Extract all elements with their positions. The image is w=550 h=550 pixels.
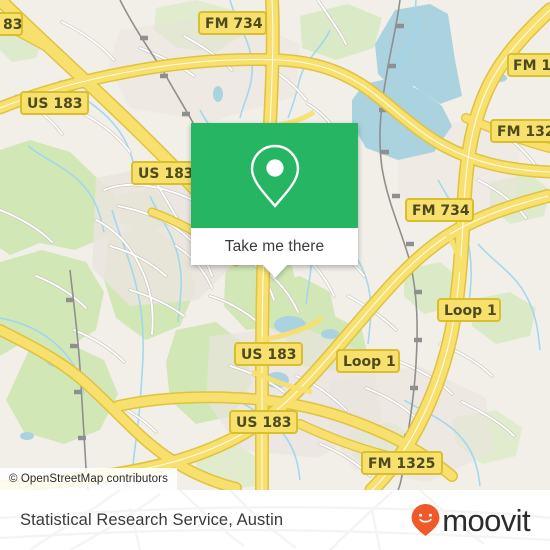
place-title: Statistical Research Service, Austin <box>20 510 284 529</box>
road-shield-label: Loop 1 <box>444 303 497 319</box>
road-shield-label: FM 1325 <box>368 456 435 472</box>
popup-pointer <box>262 265 287 278</box>
road-shield: FM 1325 <box>361 451 443 475</box>
osm-attribution[interactable]: © OpenStreetMap contributors <box>0 468 177 490</box>
road-shield: US 183 <box>131 161 200 185</box>
osm-attribution-text: © OpenStreetMap contributors <box>9 473 168 485</box>
popup-marker-area <box>191 123 358 228</box>
road-shield: US 183 <box>20 91 89 115</box>
moovit-smiling-pin-icon <box>411 504 440 536</box>
road-shield-label: 83 <box>3 17 22 33</box>
take-me-there-button[interactable]: Take me there <box>191 228 358 265</box>
take-me-there-label: Take me there <box>224 237 325 255</box>
bottom-info-bar: Statistical Research Service, Austin moo… <box>0 490 550 550</box>
road-shield-label: US 183 <box>27 96 83 112</box>
road-shield-label: FM 734 <box>412 203 470 219</box>
road-shield: Loop 1 <box>336 349 400 373</box>
road-shield: FM 734 <box>405 198 474 222</box>
location-popup-card[interactable]: Take me there <box>191 123 358 278</box>
road-shield: FM 1 <box>507 53 550 77</box>
road-shield: Loop 1 <box>437 298 501 322</box>
road-shield-label: Loop 1 <box>343 354 396 370</box>
road-shield-label: FM 734 <box>205 16 263 32</box>
moovit-wordmark: moovit <box>442 502 530 538</box>
moovit-logo: moovit <box>410 502 531 538</box>
road-shield-label: US 183 <box>236 415 292 431</box>
road-shield: FM 734 <box>198 11 267 35</box>
moovit-map-screenshot: 83 FM 734 FM 1 US 183 FM 1325 US 183 <box>0 0 550 550</box>
road-shield: US 183 <box>229 410 298 434</box>
road-shield-label: FM 1 <box>513 58 550 74</box>
road-shield: FM 1325 <box>490 119 550 143</box>
road-shield-label: US 183 <box>241 347 297 363</box>
road-shield: US 183 <box>234 342 303 366</box>
road-shield: 83 <box>0 12 23 36</box>
map-canvas[interactable]: 83 FM 734 FM 1 US 183 FM 1325 US 183 <box>0 0 550 490</box>
location-pin-icon <box>250 144 299 208</box>
road-shield-label: US 183 <box>138 166 194 182</box>
road-shield-label: FM 1325 <box>497 124 550 140</box>
